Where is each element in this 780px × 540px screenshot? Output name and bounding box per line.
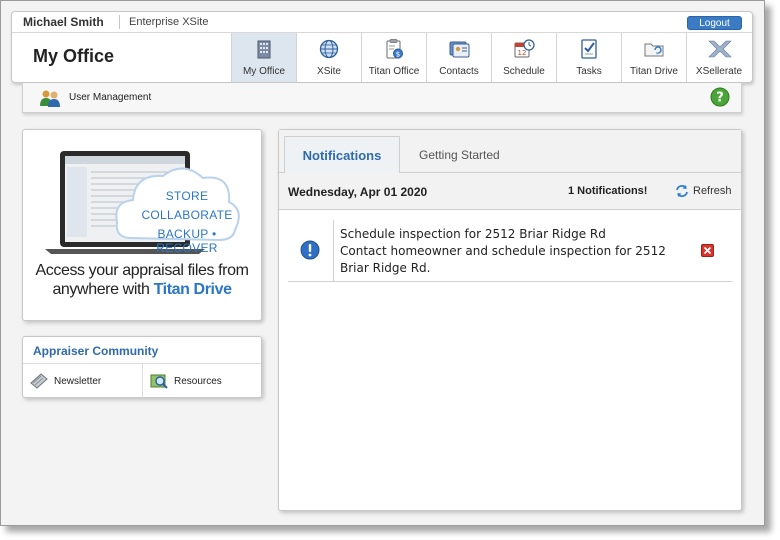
- checklist-icon: [581, 39, 597, 59]
- xsellerate-logo-icon: [708, 40, 732, 58]
- user-name: Michael Smith: [23, 15, 104, 29]
- folder-sync-icon: [644, 43, 664, 57]
- alert-icon: [300, 240, 320, 260]
- newsletter-icon: [30, 373, 48, 389]
- contacts-icon: [449, 41, 470, 58]
- newsletter-label: Newsletter: [54, 375, 102, 387]
- help-icon[interactable]: ?: [710, 87, 730, 107]
- promo-brand: Titan Drive: [153, 281, 232, 298]
- globe-icon: [319, 39, 339, 59]
- nav-xsite[interactable]: XSite: [296, 33, 361, 82]
- nav-label: Titan Drive: [630, 66, 678, 77]
- nav-my-office[interactable]: My Office: [231, 33, 296, 82]
- promo-headline-2: anywhere with Titan Drive: [23, 281, 261, 299]
- nav-titan-office[interactable]: $ Titan Office: [361, 33, 426, 82]
- resources-link[interactable]: Resources: [142, 364, 261, 398]
- nav-label: My Office: [242, 66, 286, 77]
- newsletter-link[interactable]: Newsletter: [23, 364, 142, 398]
- main-nav: My Office XSite $ Titan Office Contacts …: [231, 33, 751, 82]
- nav-label: Contacts: [439, 66, 479, 77]
- logout-button[interactable]: Logout: [687, 16, 742, 30]
- divider: [333, 220, 334, 281]
- nav-schedule[interactable]: 12 Schedule: [491, 33, 556, 82]
- cloud-line: BACKUP • RECOVER: [156, 227, 218, 255]
- nav-titan-drive[interactable]: Titan Drive: [621, 33, 686, 82]
- current-date: Wednesday, Apr 01 2020: [288, 185, 428, 199]
- sub-toolbar: User Management ?: [22, 83, 742, 113]
- site-name: Enterprise XSite: [129, 16, 209, 28]
- app-window: Michael Smith Enterprise XSite Logout My…: [0, 0, 765, 526]
- nav-label: XSite: [317, 66, 341, 77]
- promo-headline: Access your appraisal files from: [35, 262, 249, 279]
- appraiser-community-panel: Appraiser Community Newsletter Resources: [22, 336, 262, 398]
- nav-tasks[interactable]: Tasks: [556, 33, 621, 82]
- resources-icon: [150, 374, 168, 389]
- refresh-icon[interactable]: [675, 184, 689, 198]
- cloud-line: STORE: [165, 189, 209, 203]
- notification-text: Schedule inspection for 2512 Briar Ridge…: [340, 226, 680, 277]
- tab-getting-started[interactable]: Getting Started: [419, 148, 500, 162]
- promo-text: anywhere with: [52, 281, 154, 298]
- users-icon[interactable]: [39, 88, 61, 108]
- svg-text:12: 12: [518, 49, 527, 57]
- tab-notifications[interactable]: Notifications: [284, 136, 400, 174]
- delete-icon[interactable]: [701, 244, 714, 257]
- divider: [119, 15, 120, 29]
- user-management-link[interactable]: User Management: [69, 92, 151, 103]
- building-icon: [257, 40, 271, 59]
- cloud-line: COLLABORATE: [141, 208, 233, 222]
- page-title: My Office: [33, 46, 115, 66]
- panel-title: Appraiser Community: [33, 344, 159, 358]
- notification-title: Schedule inspection for 2512 Briar Ridge…: [340, 227, 606, 241]
- nav-label: XSellerate: [695, 66, 743, 77]
- nav-label: Schedule: [503, 66, 545, 77]
- notification-row[interactable]: Schedule inspection for 2512 Briar Ridge…: [288, 220, 732, 282]
- notification-count: 1 Notifications!: [568, 185, 648, 197]
- nav-xsellerate[interactable]: XSellerate: [686, 33, 751, 82]
- refresh-button[interactable]: Refresh: [693, 185, 732, 197]
- nav-contacts[interactable]: Contacts: [426, 33, 491, 82]
- clipboard-money-icon: $: [386, 39, 403, 59]
- notifications-panel: Notifications Getting Started Wednesday,…: [278, 129, 742, 511]
- titan-drive-promo[interactable]: STORE COLLABORATE BACKUP • RECOVER Acces…: [22, 129, 262, 321]
- svg-text:$: $: [396, 50, 400, 58]
- notification-body: Contact homeowner and schedule inspectio…: [340, 244, 666, 275]
- community-links: Newsletter Resources: [23, 363, 261, 398]
- svg-text:?: ?: [716, 91, 724, 106]
- calendar-clock-icon: 12: [514, 39, 535, 58]
- user-bar: Michael Smith Enterprise XSite Logout: [12, 12, 752, 33]
- header: Michael Smith Enterprise XSite Logout My…: [11, 11, 753, 83]
- resources-label: Resources: [174, 375, 222, 387]
- nav-label: Titan Office: [368, 66, 420, 77]
- tab-bar: Notifications Getting Started: [279, 130, 741, 174]
- nav-label: Tasks: [576, 66, 602, 77]
- date-bar: Wednesday, Apr 01 2020 1 Notifications! …: [279, 173, 741, 210]
